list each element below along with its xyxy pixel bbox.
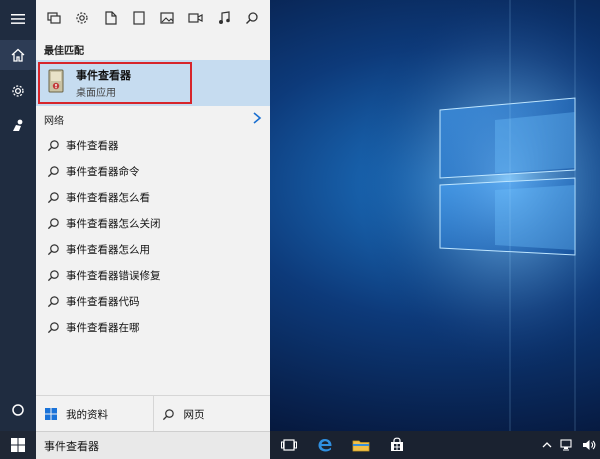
web-section-label: 网络 <box>44 116 64 127</box>
suggestion-text: 事件查看器代码 <box>66 295 140 308</box>
home-icon[interactable] <box>0 40 36 70</box>
bottom-buttons: 我的资料 网页 <box>36 395 270 432</box>
web-section-row[interactable]: 网络 <box>36 110 270 128</box>
chevron-right-icon[interactable] <box>252 111 262 125</box>
taskbar-search-box[interactable]: 事件查看器 <box>36 431 270 459</box>
document-icon[interactable] <box>102 9 120 27</box>
suggestion-item[interactable]: 事件查看器代码 <box>36 288 270 314</box>
best-match-label: 最佳匹配 <box>44 46 84 57</box>
suggestion-item[interactable]: 事件查看器怎么用 <box>36 236 270 262</box>
search-icon <box>46 216 60 230</box>
suggestion-item[interactable]: 事件查看器怎么看 <box>36 184 270 210</box>
start-rail <box>0 0 36 431</box>
my-stuff-label: 我的资料 <box>66 408 108 421</box>
search-icon <box>46 138 60 152</box>
video-icon[interactable] <box>186 9 204 27</box>
apps-icon[interactable] <box>45 9 63 27</box>
search-icon <box>162 407 176 421</box>
search-icon <box>46 164 60 178</box>
hamburger-icon[interactable] <box>0 4 36 34</box>
suggestion-list: 事件查看器 事件查看器命令 事件查看器怎么看 事件查看器怎么关闭 事件查看器怎么… <box>36 132 270 340</box>
best-match-subtitle: 桌面应用 <box>76 88 116 99</box>
suggestion-item[interactable]: 事件查看器在哪 <box>36 314 270 340</box>
suggestion-text: 事件查看器 <box>66 139 119 152</box>
suggestion-item[interactable]: 事件查看器错误修复 <box>36 262 270 288</box>
folder-icon[interactable] <box>130 9 148 27</box>
taskbar-pinned <box>278 431 408 459</box>
web-search-label: 网页 <box>183 408 205 421</box>
search-filters <box>36 0 270 36</box>
music-icon[interactable] <box>215 9 233 27</box>
task-view-icon[interactable] <box>278 434 300 456</box>
suggestion-text: 事件查看器怎么关闭 <box>66 217 161 230</box>
web-search-button[interactable]: 网页 <box>152 396 271 432</box>
start-button[interactable] <box>0 431 36 459</box>
image-icon[interactable] <box>158 9 176 27</box>
search-icon <box>46 268 60 282</box>
suggestion-item[interactable]: 事件查看器 <box>36 132 270 158</box>
chevron-up-icon[interactable] <box>542 441 552 449</box>
gear-icon[interactable] <box>0 76 36 106</box>
suggestion-item[interactable]: 事件查看器怎么关闭 <box>36 210 270 236</box>
suggestion-text: 事件查看器怎么用 <box>66 243 150 256</box>
suggestion-text: 事件查看器错误修复 <box>66 269 161 282</box>
taskbar-search-text: 事件查看器 <box>44 439 99 453</box>
search-icon <box>46 320 60 334</box>
search-icon <box>46 294 60 308</box>
store-icon[interactable] <box>386 434 408 456</box>
volume-icon[interactable] <box>582 439 596 451</box>
suggestion-text: 事件查看器在哪 <box>66 321 140 334</box>
best-match-item[interactable]: 事件查看器 桌面应用 <box>36 60 270 106</box>
search-icon[interactable] <box>243 9 261 27</box>
my-stuff-button[interactable]: 我的资料 <box>36 396 153 432</box>
cortana-circle-icon[interactable] <box>0 395 36 425</box>
windows-logo-icon <box>11 438 25 452</box>
network-icon[interactable] <box>560 439 574 451</box>
suggestion-text: 事件查看器怎么看 <box>66 191 150 204</box>
windows-logo-icon <box>44 407 58 421</box>
settings-icon[interactable] <box>73 9 91 27</box>
suggestion-item[interactable]: 事件查看器命令 <box>36 158 270 184</box>
taskbar: 事件查看器 <box>0 431 600 459</box>
start-search-panel: 最佳匹配 事件查看器 桌面应用 网络 事件查看器 事件查看器命令 事件查看器怎么… <box>36 0 270 432</box>
event-viewer-icon <box>48 69 64 93</box>
best-match-title: 事件查看器 <box>76 69 131 82</box>
edge-icon[interactable] <box>314 434 336 456</box>
system-tray <box>542 431 596 459</box>
suggestion-text: 事件查看器命令 <box>66 165 140 178</box>
feedback-icon[interactable] <box>0 110 36 140</box>
search-icon <box>46 190 60 204</box>
search-icon <box>46 242 60 256</box>
file-explorer-icon[interactable] <box>350 434 372 456</box>
